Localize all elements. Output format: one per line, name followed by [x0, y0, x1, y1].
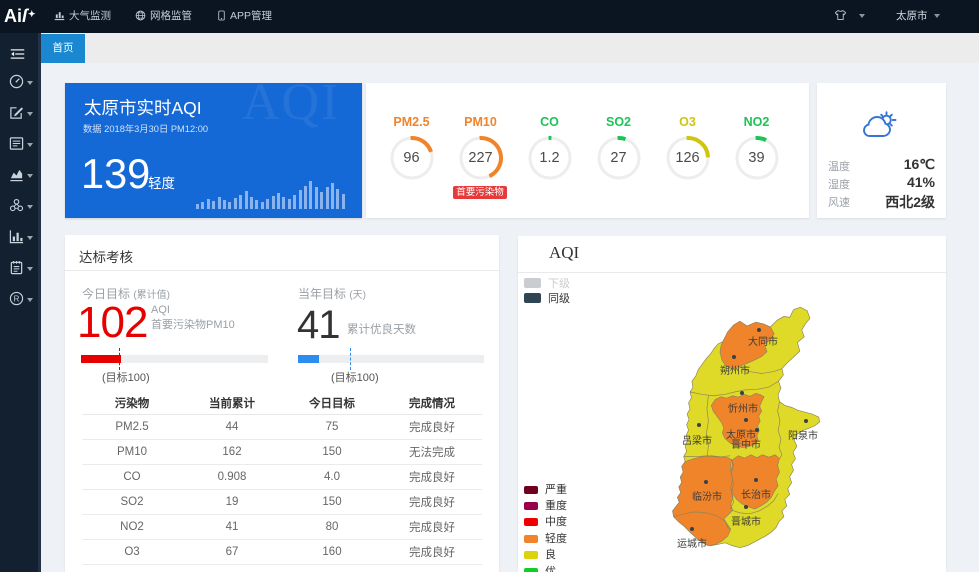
- svg-text:R: R: [14, 294, 20, 303]
